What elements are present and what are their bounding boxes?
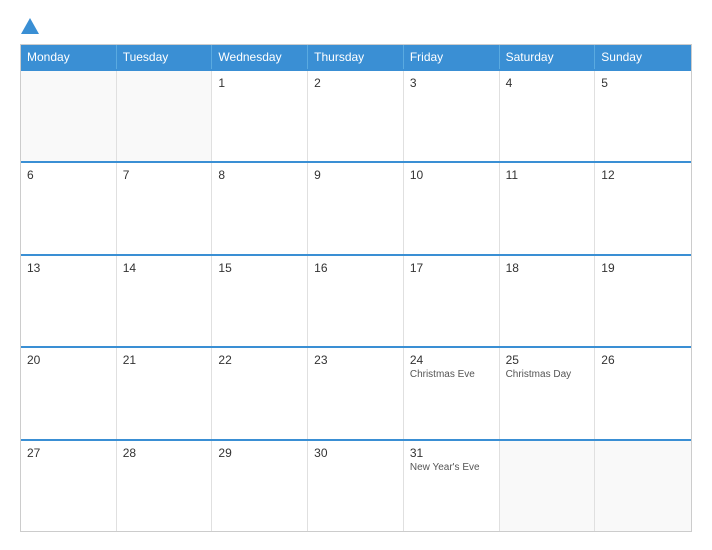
- calendar-week-2: 6789 10 11 12: [21, 161, 691, 253]
- day-number: 21: [123, 353, 206, 367]
- calendar-cell: 4: [500, 71, 596, 161]
- day-number: 27: [27, 446, 110, 460]
- page-header: [20, 18, 692, 34]
- calendar-cell: 29: [212, 441, 308, 531]
- weekday-header-wednesday: Wednesday: [212, 45, 308, 69]
- calendar-week-5: 27 28 29 30 31 New Year's Eve: [21, 439, 691, 531]
- logo-triangle-icon: [21, 18, 39, 34]
- calendar-page: MondayTuesdayWednesdayThursdayFridaySatu…: [0, 0, 712, 550]
- day-number: 14: [123, 261, 206, 275]
- calendar-week-1: 12345: [21, 69, 691, 161]
- day-number: 3: [410, 76, 493, 90]
- calendar-cell: 15: [212, 256, 308, 346]
- day-number: 15: [218, 261, 301, 275]
- day-number: 6: [27, 168, 110, 182]
- weekday-header-sunday: Sunday: [595, 45, 691, 69]
- day-number: 22: [218, 353, 301, 367]
- calendar-cell: 26: [595, 348, 691, 438]
- day-number: 10: [410, 168, 493, 182]
- day-number: 20: [27, 353, 110, 367]
- calendar-body: 123456789101112131415161718192021222324C…: [21, 69, 691, 531]
- day-number: 7: [123, 168, 206, 182]
- calendar-cell: 25 Christmas Day: [500, 348, 596, 438]
- calendar-cell: 17: [404, 256, 500, 346]
- calendar-cell: 22: [212, 348, 308, 438]
- calendar-cell: 5: [595, 71, 691, 161]
- calendar-cell: 12: [595, 163, 691, 253]
- day-number: 25: [506, 353, 589, 367]
- calendar-cell: 9: [308, 163, 404, 253]
- day-event: New Year's Eve: [410, 462, 493, 473]
- calendar-cell: 10: [404, 163, 500, 253]
- weekday-header-tuesday: Tuesday: [117, 45, 213, 69]
- day-number: 30: [314, 446, 397, 460]
- calendar-cell: [21, 71, 117, 161]
- day-number: 11: [506, 168, 589, 182]
- calendar-cell: 28: [117, 441, 213, 531]
- day-number: 2: [314, 76, 397, 90]
- day-number: 4: [506, 76, 589, 90]
- day-number: 12: [601, 168, 685, 182]
- weekday-header-friday: Friday: [404, 45, 500, 69]
- calendar-cell: 20: [21, 348, 117, 438]
- weekday-header-thursday: Thursday: [308, 45, 404, 69]
- calendar-week-4: 20 21 22 23 24 Christmas Eve 25 Christmas Day 26: [21, 346, 691, 438]
- day-number: 23: [314, 353, 397, 367]
- calendar-cell: 3: [404, 71, 500, 161]
- logo: [20, 18, 40, 34]
- day-number: 1: [218, 76, 301, 90]
- calendar-cell: 14: [117, 256, 213, 346]
- day-number: 17: [410, 261, 493, 275]
- day-number: 28: [123, 446, 206, 460]
- day-number: 19: [601, 261, 685, 275]
- weekday-header-saturday: Saturday: [500, 45, 596, 69]
- calendar-grid: MondayTuesdayWednesdayThursdayFridaySatu…: [20, 44, 692, 532]
- calendar-header: MondayTuesdayWednesdayThursdayFridaySatu…: [21, 45, 691, 69]
- day-event: Christmas Eve: [410, 369, 493, 380]
- day-number: 31: [410, 446, 493, 460]
- calendar-cell: 7: [117, 163, 213, 253]
- calendar-cell: [117, 71, 213, 161]
- calendar-cell: 27: [21, 441, 117, 531]
- calendar-cell: 11: [500, 163, 596, 253]
- day-event: Christmas Day: [506, 369, 589, 380]
- calendar-cell: 6: [21, 163, 117, 253]
- calendar-cell: 19: [595, 256, 691, 346]
- calendar-cell: 24 Christmas Eve: [404, 348, 500, 438]
- day-number: 18: [506, 261, 589, 275]
- day-number: 9: [314, 168, 397, 182]
- calendar-cell: 21: [117, 348, 213, 438]
- calendar-cell: 2: [308, 71, 404, 161]
- day-number: 5: [601, 76, 685, 90]
- day-number: 29: [218, 446, 301, 460]
- weekday-header-monday: Monday: [21, 45, 117, 69]
- calendar-cell: [500, 441, 596, 531]
- day-number: 16: [314, 261, 397, 275]
- calendar-cell: 1: [212, 71, 308, 161]
- calendar-week-3: 13 14 15 16 17 18 19: [21, 254, 691, 346]
- calendar-cell: [595, 441, 691, 531]
- day-number: 24: [410, 353, 493, 367]
- day-number: 26: [601, 353, 685, 367]
- day-number: 8: [218, 168, 301, 182]
- calendar-cell: 8: [212, 163, 308, 253]
- calendar-cell: 13: [21, 256, 117, 346]
- day-number: 13: [27, 261, 110, 275]
- calendar-cell: 16: [308, 256, 404, 346]
- calendar-cell: 30: [308, 441, 404, 531]
- calendar-cell: 18: [500, 256, 596, 346]
- calendar-cell: 31 New Year's Eve: [404, 441, 500, 531]
- calendar-cell: 23: [308, 348, 404, 438]
